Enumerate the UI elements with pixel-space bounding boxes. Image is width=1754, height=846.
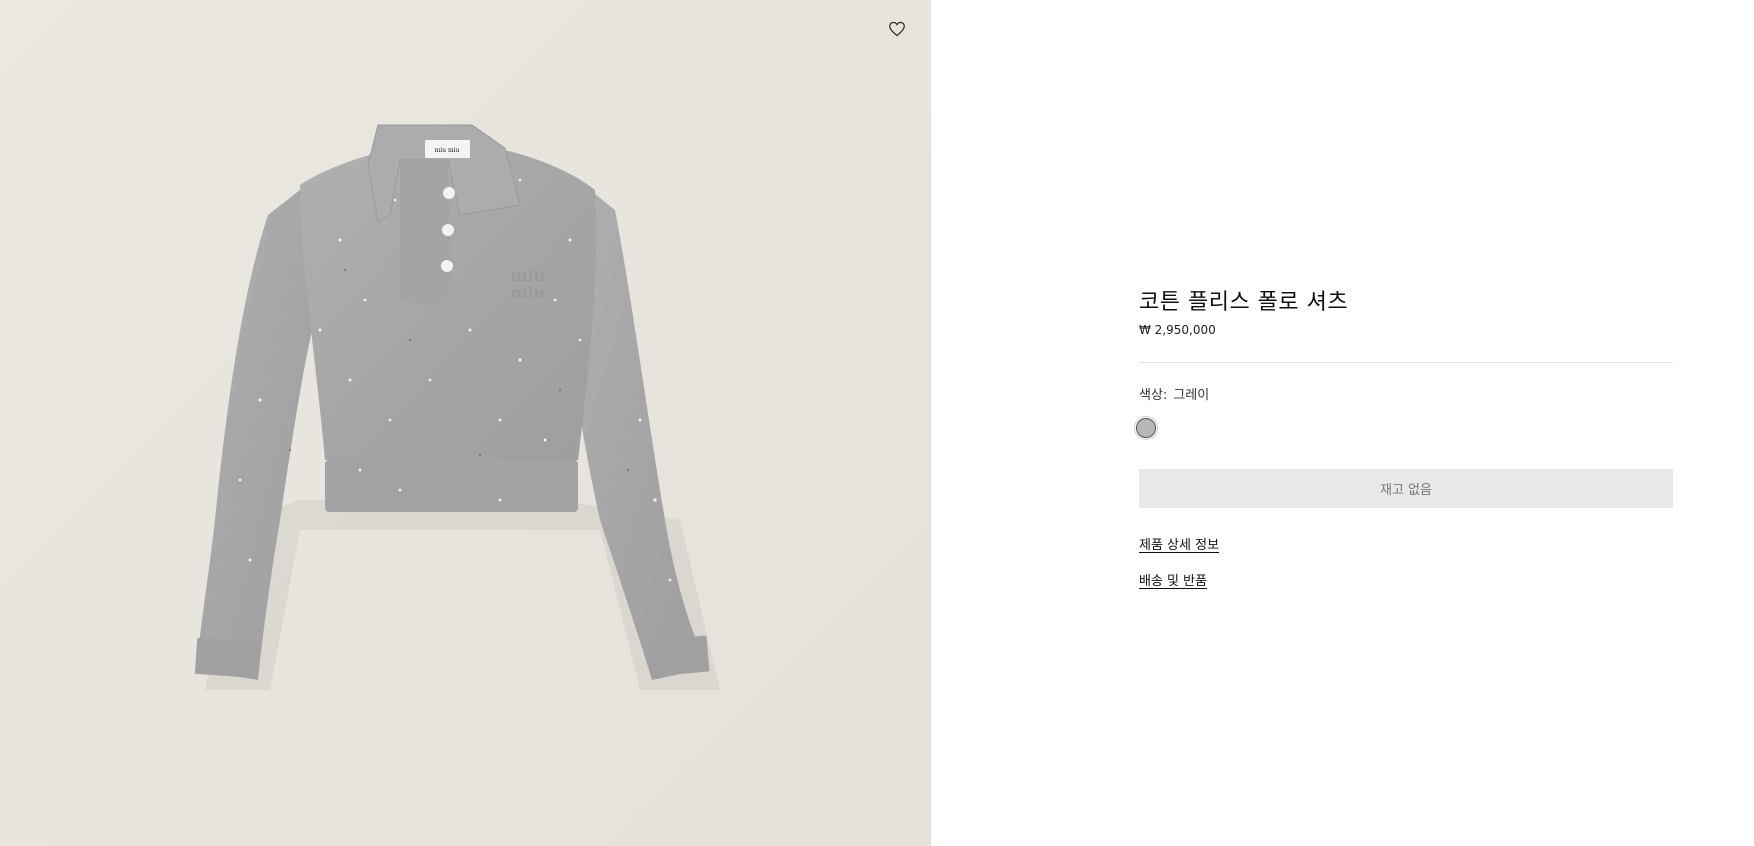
product-title: 코튼 플리스 폴로 셔츠 — [1139, 290, 1349, 315]
svg-text:miu: miu — [511, 283, 546, 302]
garment-brand-tag: miu miu — [435, 147, 460, 154]
color-value: 그레이 — [1173, 388, 1210, 403]
heart-icon — [889, 21, 905, 37]
product-details-link[interactable]: 제품 상세 정보 — [1139, 534, 1219, 553]
color-swatch-grey[interactable] — [1136, 418, 1156, 438]
color-selection-label: 색상: 그레이 — [1139, 384, 1209, 403]
product-image: miu miu miu miu — [194, 124, 720, 690]
shipping-returns-link[interactable]: 배송 및 반품 — [1139, 570, 1207, 589]
product-page: miu miu miu miu 코튼 플리스 폴로 셔츠 ₩ 2,950,000… — [0, 0, 1754, 846]
wishlist-button[interactable] — [884, 16, 910, 42]
color-label: 색상: — [1139, 388, 1168, 403]
divider — [1139, 362, 1673, 363]
product-price: ₩ 2,950,000 — [1139, 323, 1216, 337]
product-info-panel: 코튼 플리스 폴로 셔츠 ₩ 2,950,000 색상: 그레이 재고 없음 제품… — [1134, 0, 1673, 846]
out-of-stock-button[interactable]: 재고 없음 — [1139, 469, 1673, 508]
left-sleeve — [196, 190, 322, 680]
product-image-panel: miu miu miu miu — [0, 0, 931, 846]
waistband — [325, 460, 578, 512]
